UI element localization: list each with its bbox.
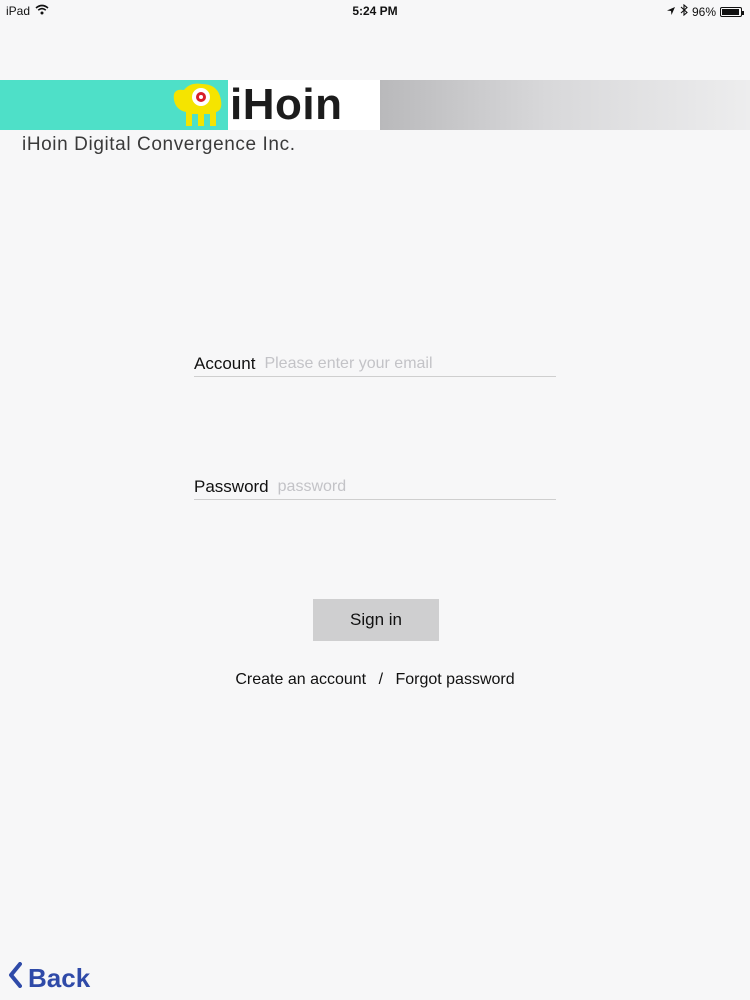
logo-wordmark: iHoin bbox=[230, 80, 343, 129]
bluetooth-icon bbox=[680, 3, 688, 19]
back-button[interactable]: Back bbox=[8, 962, 90, 995]
create-account-link[interactable]: Create an account bbox=[235, 671, 366, 689]
account-field: Account bbox=[194, 351, 556, 377]
mascot-logo-icon bbox=[173, 83, 222, 126]
status-right: 96% bbox=[666, 3, 744, 19]
company-name: iHoin Digital Convergence Inc. bbox=[22, 134, 296, 155]
account-links: Create an account / Forgot password bbox=[0, 671, 750, 689]
header-banner: iHoin bbox=[0, 80, 750, 132]
status-time: 5:24 PM bbox=[352, 4, 398, 18]
links-separator: / bbox=[378, 671, 384, 688]
location-icon bbox=[666, 5, 676, 19]
status-bar: iPad 5:24 PM 96% bbox=[0, 0, 750, 22]
forgot-password-link[interactable]: Forgot password bbox=[395, 671, 514, 689]
account-label: Account bbox=[194, 353, 256, 373]
password-field: Password bbox=[194, 474, 556, 500]
password-label: Password bbox=[194, 476, 269, 496]
battery-fill bbox=[722, 8, 739, 15]
banner-gradient-block bbox=[380, 80, 750, 130]
sign-in-button[interactable]: Sign in bbox=[313, 599, 439, 641]
account-input[interactable] bbox=[264, 351, 556, 376]
battery-percent: 96% bbox=[691, 4, 716, 19]
battery-icon bbox=[720, 6, 744, 17]
back-label: Back bbox=[28, 963, 91, 993]
chevron-left-icon bbox=[8, 962, 22, 995]
password-input[interactable] bbox=[277, 474, 556, 499]
